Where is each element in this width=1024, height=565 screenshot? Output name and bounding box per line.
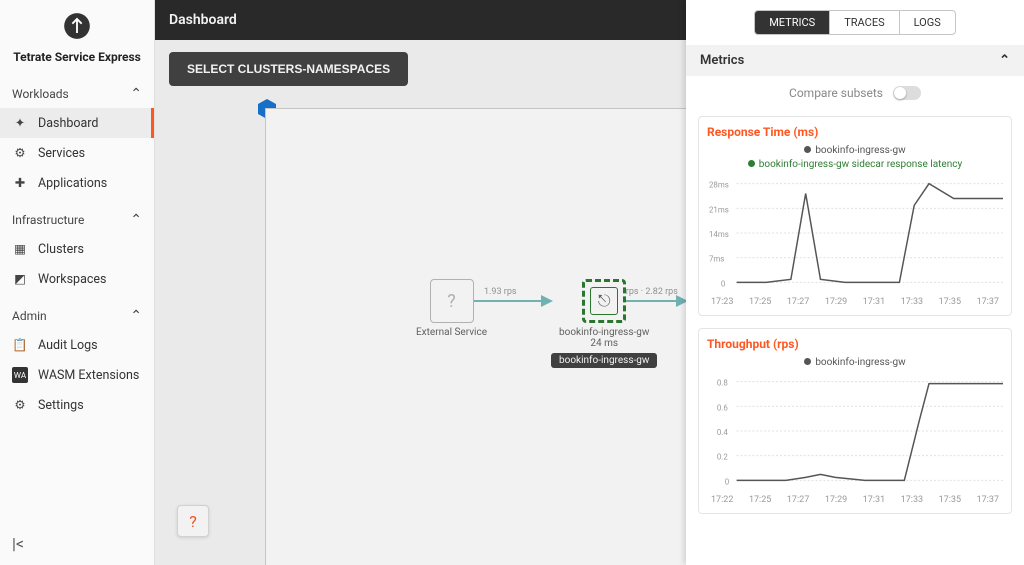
nav-item-label: Settings <box>38 398 84 413</box>
nav-item-settings[interactable]: ⚙ Settings <box>0 390 154 420</box>
nav-item-workspaces[interactable]: ◩ Workspaces <box>0 264 154 294</box>
nav-item-clusters[interactable]: ▦ Clusters <box>0 234 154 264</box>
svg-text:0.4: 0.4 <box>717 428 729 437</box>
x-axis-ticks: 17:2217:2517:2717:2917:3117:3317:3517:37 <box>707 495 1003 505</box>
select-clusters-namespaces-button[interactable]: SELECT CLUSTERS-NAMESPACES <box>169 52 408 86</box>
nav-section-label: Admin <box>12 309 47 323</box>
node-chip: bookinfo-ingress-gw <box>551 353 657 368</box>
compare-label: Compare subsets <box>789 86 883 100</box>
nav-item-label: Services <box>38 146 85 161</box>
node-label: bookinfo-ingress-gw <box>559 327 649 338</box>
clusters-icon: ▦ <box>12 241 28 257</box>
svg-text:21ms: 21ms <box>709 205 729 214</box>
svg-text:0: 0 <box>721 279 725 288</box>
chevron-up-icon: ⌃ <box>130 308 142 324</box>
legend-label: bookinfo-ingress-gw <box>815 357 905 368</box>
nav-item-services[interactable]: ⚙ Services <box>0 138 154 168</box>
brand-title: Tetrate Service Express <box>8 50 146 64</box>
nav-section-admin[interactable]: Admin ⌃ <box>0 302 154 330</box>
legend-series-a: bookinfo-ingress-gw <box>707 145 1003 156</box>
nav-item-audit-logs[interactable]: 📋 Audit Logs <box>0 330 154 360</box>
dashboard-icon: ✦ <box>12 115 28 131</box>
page-title: Dashboard <box>169 12 237 28</box>
nav-item-label: Applications <box>38 176 107 191</box>
metrics-panel: METRICS TRACES LOGS Metrics ⌃ Compare su… <box>686 0 1024 565</box>
legend-label: bookinfo-ingress-gw sidecar response lat… <box>759 159 962 170</box>
help-icon: ? <box>189 512 197 531</box>
brand-logo-icon <box>63 12 91 40</box>
services-icon: ⚙ <box>12 145 28 161</box>
svg-text:0: 0 <box>725 477 729 486</box>
nav-item-dashboard[interactable]: ✦ Dashboard <box>0 108 154 138</box>
sidebar: Tetrate Service Express Workloads ⌃ ✦ Das… <box>0 0 155 565</box>
nav-item-label: Dashboard <box>38 116 98 131</box>
metrics-section-header[interactable]: Metrics ⌃ <box>686 45 1024 76</box>
apps-icon: ✚ <box>12 175 28 191</box>
nav-section-workloads[interactable]: Workloads ⌃ <box>0 80 154 108</box>
nav-section-label: Infrastructure <box>12 213 84 227</box>
brand: Tetrate Service Express <box>0 0 154 76</box>
svg-text:0.8: 0.8 <box>717 379 728 388</box>
metrics-tabs: METRICS TRACES LOGS <box>754 10 956 35</box>
tab-traces[interactable]: TRACES <box>830 11 899 34</box>
node-latency: 24 ms <box>590 338 618 349</box>
legend-series-b: bookinfo-ingress-gw sidecar response lat… <box>707 159 1003 170</box>
legend-label: bookinfo-ingress-gw <box>815 145 905 156</box>
compare-subsets-row: Compare subsets <box>686 76 1024 110</box>
svg-text:14ms: 14ms <box>709 230 729 239</box>
question-icon: ? <box>447 291 456 312</box>
nav-item-label: Workspaces <box>38 272 107 287</box>
throughput-chart: 0.8 0.6 0.4 0.2 0 <box>707 371 1003 491</box>
node-external-service[interactable]: ? External Service <box>416 279 487 338</box>
svg-text:28ms: 28ms <box>709 181 729 190</box>
nav-item-label: WASM Extensions <box>38 368 139 383</box>
svg-text:7ms: 7ms <box>709 255 724 264</box>
x-axis-ticks: 17:2317:2517:2717:2917:3117:3317:3517:37 <box>707 297 1003 307</box>
gateway-icon: ⎋ <box>598 291 611 311</box>
collapse-icon: |< <box>12 534 24 553</box>
help-button[interactable]: ? <box>177 505 209 537</box>
workspaces-icon: ◩ <box>12 271 28 287</box>
card-title: Response Time (ms) <box>707 125 1003 139</box>
svg-text:0.6: 0.6 <box>717 403 729 412</box>
nav-section-label: Workloads <box>12 87 69 101</box>
chevron-up-icon: ⌃ <box>130 86 142 102</box>
metrics-head-label: Metrics <box>700 53 744 68</box>
nav-item-wasm[interactable]: WA WASM Extensions <box>0 360 154 390</box>
node-label: External Service <box>416 327 487 338</box>
response-time-chart: 28ms 21ms 14ms 7ms 0 <box>707 173 1003 293</box>
metrics-card-throughput: Throughput (rps) bookinfo-ingress-gw 0.8… <box>698 328 1012 514</box>
node-bookinfo-ingress-gw[interactable]: ⎋ bookinfo-ingress-gw 24 ms bookinfo-ing… <box>551 279 657 368</box>
chevron-up-icon: ⌃ <box>130 212 142 228</box>
collapse-sidebar-button[interactable]: |< <box>0 522 154 565</box>
wasm-icon: WA <box>12 367 28 383</box>
tab-metrics[interactable]: METRICS <box>755 11 830 34</box>
card-title: Throughput (rps) <box>707 337 1003 351</box>
edge-label: 1.93 rps <box>484 287 517 297</box>
svg-text:0.2: 0.2 <box>717 453 729 462</box>
metrics-card-response-time: Response Time (ms) bookinfo-ingress-gw b… <box>698 116 1012 316</box>
chevron-up-icon: ⌃ <box>999 53 1010 68</box>
tab-logs[interactable]: LOGS <box>900 11 955 34</box>
nav-item-label: Clusters <box>38 242 84 257</box>
auditlogs-icon: 📋 <box>12 337 28 353</box>
nav-section-infrastructure[interactable]: Infrastructure ⌃ <box>0 206 154 234</box>
legend-series-a: bookinfo-ingress-gw <box>707 357 1003 368</box>
nav-item-label: Audit Logs <box>38 338 98 353</box>
gear-icon: ⚙ <box>12 397 28 413</box>
nav-item-applications[interactable]: ✚ Applications <box>0 168 154 198</box>
compare-subsets-toggle[interactable] <box>893 86 921 100</box>
